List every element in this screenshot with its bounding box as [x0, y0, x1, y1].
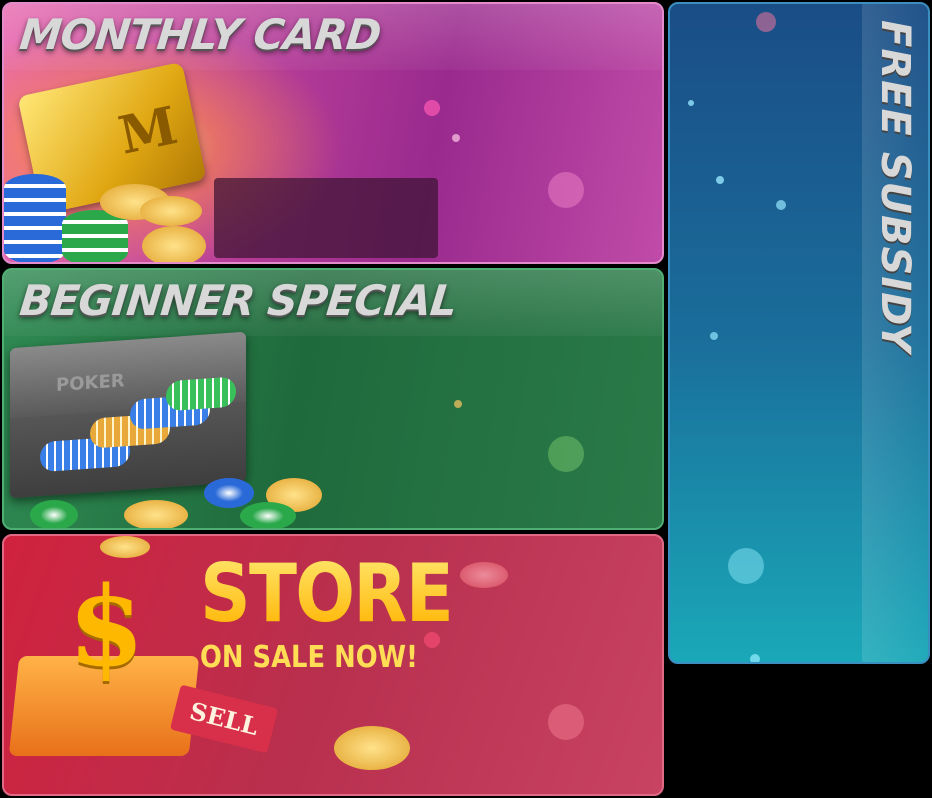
sparkle — [548, 172, 584, 208]
sparkle — [688, 100, 694, 106]
coin-icon — [334, 726, 410, 770]
sparkle — [716, 176, 724, 184]
chip-stack-icon — [166, 376, 236, 412]
chip-icon — [204, 478, 254, 508]
chip-icon — [30, 500, 78, 528]
card-letter: M — [113, 95, 183, 167]
sparkle — [452, 134, 460, 142]
sparkle — [776, 200, 786, 210]
sparkle — [454, 400, 462, 408]
chip-icon — [240, 502, 296, 528]
briefcase-icon: POKER — [10, 331, 246, 499]
sparkle — [756, 12, 776, 32]
free-subsidy-panel[interactable]: FREE SUBSIDY — [668, 2, 930, 664]
dollar-icon: $ — [68, 562, 145, 691]
free-subsidy-title: FREE SUBSIDY — [872, 20, 918, 354]
sparkle — [548, 436, 584, 472]
sparkle — [710, 332, 718, 340]
store-panel[interactable]: $ SELL STORE ON SALE NOW! — [2, 534, 664, 796]
beginner-special-panel[interactable]: BEGINNER SPECIAL POKER — [2, 268, 664, 530]
chip-stack-icon — [4, 174, 66, 262]
coin-icon — [100, 536, 150, 558]
beginner-special-title: BEGINNER SPECIAL — [17, 276, 459, 325]
chip-stack-icon — [62, 210, 128, 262]
sparkle — [548, 704, 584, 740]
store-title: STORE — [200, 547, 454, 640]
sparkle — [750, 654, 760, 662]
monthly-card-panel[interactable]: MONTHLY CARD M — [2, 2, 664, 264]
coin-icon — [142, 226, 206, 262]
store-subtitle: ON SALE NOW! — [200, 640, 418, 675]
sparkle — [424, 632, 440, 648]
sparkle — [728, 548, 764, 584]
coin-icon — [124, 500, 188, 528]
briefcase-label: POKER — [56, 370, 125, 397]
coin-icon — [140, 196, 202, 226]
price-box — [214, 178, 438, 258]
monthly-card-title: MONTHLY CARD — [17, 10, 383, 59]
sparkle — [424, 100, 440, 116]
coin-icon — [460, 562, 508, 588]
